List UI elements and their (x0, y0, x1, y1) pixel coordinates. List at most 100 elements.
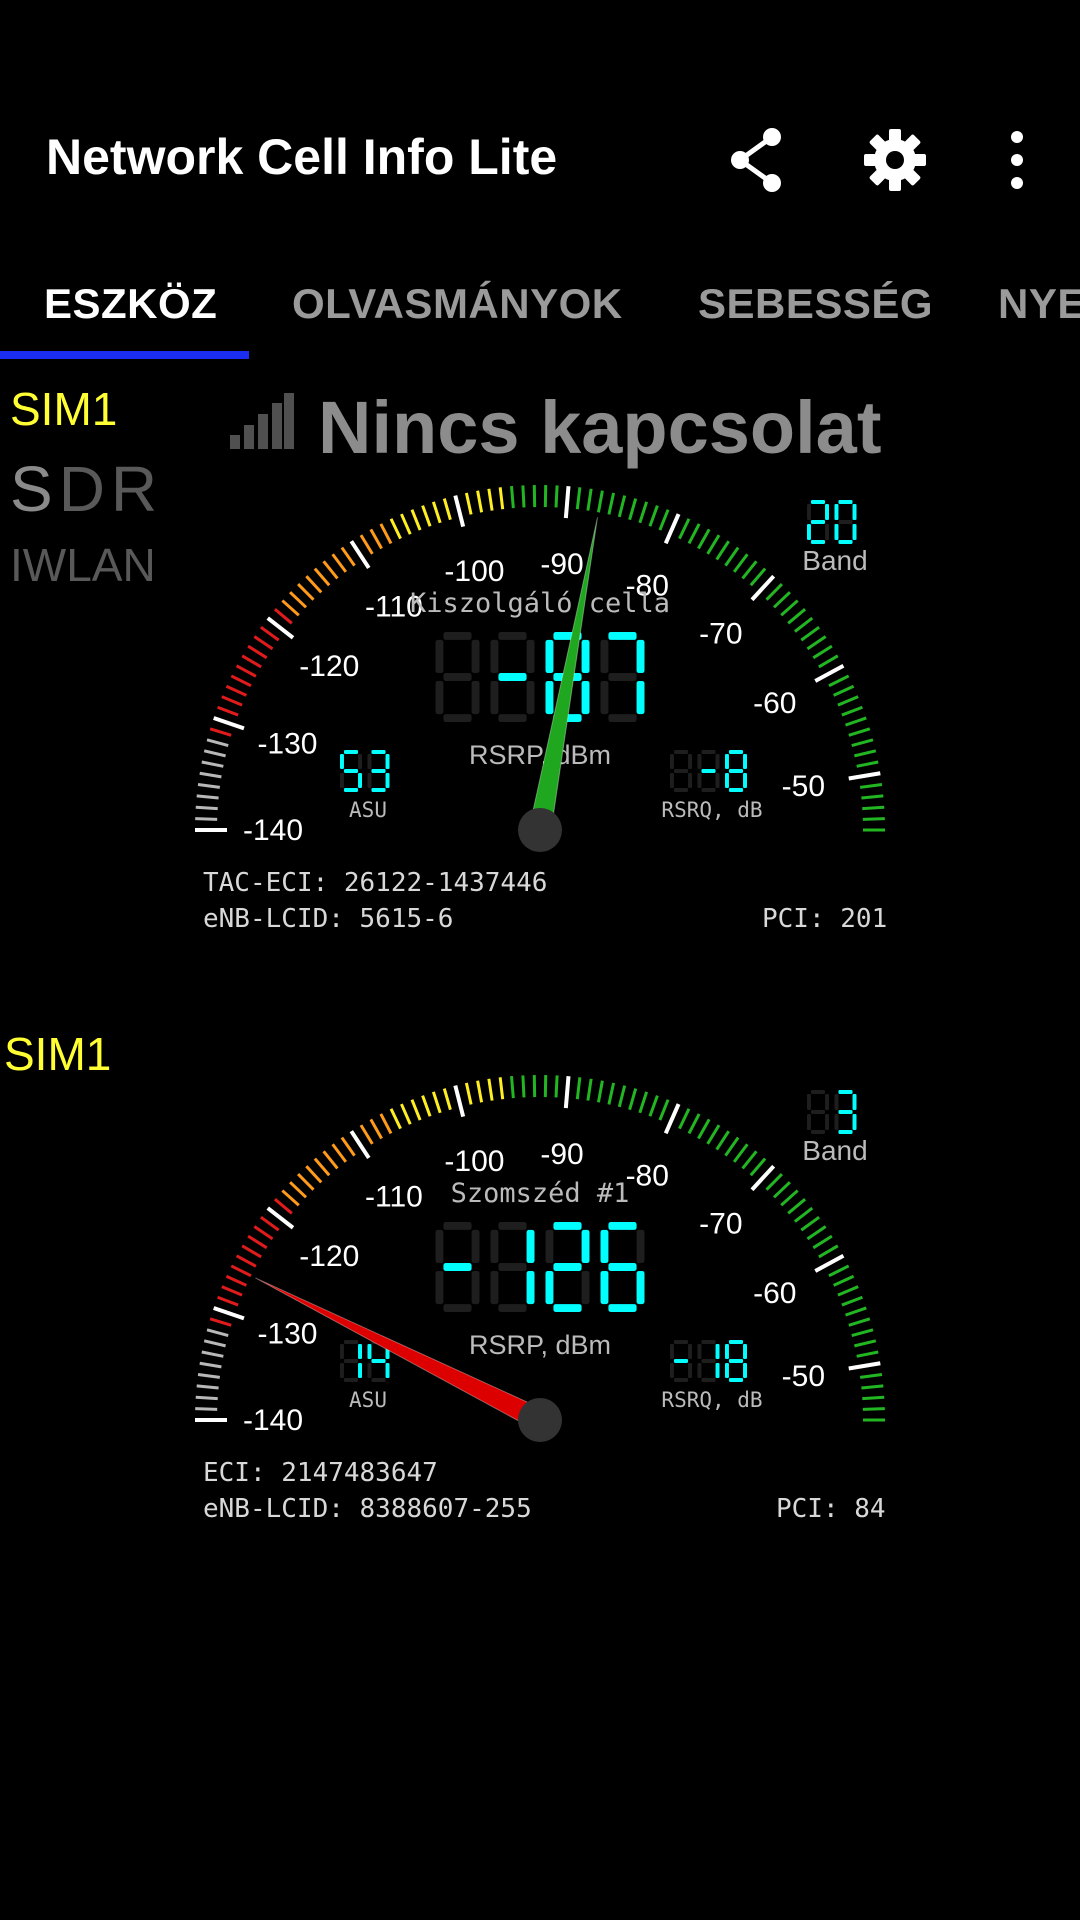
minor-tick (206, 738, 229, 747)
minor-tick (800, 1216, 820, 1232)
app-bar: Network Cell Info Lite (0, 0, 1080, 230)
minor-tick (818, 1244, 839, 1259)
minor-tick (389, 1108, 402, 1130)
gauge-title: Szomszéd #1 (451, 1178, 630, 1209)
minor-tick (322, 1150, 339, 1170)
tab-sebesseg[interactable]: SEBESSÉG (698, 280, 933, 328)
minor-tick (862, 805, 885, 811)
minor-tick (848, 1317, 871, 1327)
rsrq-label: RSRQ, dB (661, 798, 762, 822)
minor-tick (628, 1088, 638, 1111)
scale-label: -80 (626, 1159, 669, 1192)
minor-tick (498, 487, 505, 510)
minor-tick (313, 1157, 331, 1177)
minor-tick (732, 553, 749, 573)
connection-status: Nincs kapcsolat (318, 386, 882, 469)
minor-tick (741, 1150, 758, 1170)
major-tick (563, 1076, 571, 1109)
minor-tick (289, 591, 308, 609)
more-vert-icon[interactable] (1000, 125, 1034, 195)
minor-tick (854, 749, 877, 758)
minor-tick (197, 783, 221, 789)
minor-tick (389, 518, 402, 540)
minor-tick (678, 518, 691, 540)
minor-tick (648, 1095, 659, 1117)
minor-tick (812, 644, 833, 660)
minor-tick (253, 635, 274, 651)
minor-tick (765, 1172, 783, 1191)
minor-tick (476, 1080, 484, 1103)
minor-tick (715, 540, 730, 561)
gear-icon[interactable] (860, 125, 930, 195)
minor-tick (498, 1077, 505, 1100)
minor-tick (749, 567, 767, 587)
minor-tick (617, 1085, 627, 1108)
minor-tick (697, 528, 711, 550)
minor-tick (787, 1198, 807, 1215)
minor-tick (203, 1339, 226, 1348)
minor-tick (854, 1339, 877, 1348)
iwlan-indicator: IWLAN (10, 539, 156, 591)
major-tick (453, 1085, 466, 1118)
share-icon[interactable] (722, 125, 792, 195)
minor-tick (841, 1295, 863, 1307)
minor-tick (586, 488, 593, 511)
minor-tick (281, 599, 300, 617)
minor-tick (195, 1407, 218, 1411)
minor-tick (687, 1113, 701, 1135)
minor-tick (806, 1225, 827, 1241)
minor-tick (340, 1136, 356, 1157)
minor-tick (206, 1328, 229, 1337)
minor-tick (464, 492, 473, 515)
neighbor-enb-lcid: eNB-LCID: 8388607-255 (203, 1494, 532, 1524)
minor-tick (221, 695, 243, 707)
minor-tick (800, 626, 820, 642)
minor-tick (235, 1254, 257, 1268)
rsrp-label: RSRP, dBm (469, 1330, 611, 1360)
scale-label: -130 (257, 727, 317, 760)
minor-tick (410, 509, 422, 531)
minor-tick (596, 1080, 604, 1103)
scale-label: -140 (243, 814, 303, 847)
major-tick (848, 771, 881, 781)
s-indicator: S (10, 453, 59, 525)
minor-tick (431, 501, 442, 524)
major-tick (453, 495, 466, 528)
minor-tick (225, 1274, 248, 1287)
signal-bars-icon (230, 393, 294, 449)
minor-tick (331, 1143, 348, 1163)
minor-tick (217, 705, 239, 717)
minor-tick (724, 1136, 740, 1157)
minor-tick (421, 505, 432, 527)
minor-tick (828, 674, 850, 688)
minor-tick (217, 1295, 239, 1307)
minor-tick (199, 1361, 222, 1369)
minor-tick (806, 635, 827, 651)
minor-tick (313, 567, 331, 587)
needle-hub (518, 808, 562, 852)
scale-label: -100 (444, 1145, 504, 1178)
minor-tick (554, 1075, 559, 1098)
minor-tick (862, 1395, 885, 1401)
minor-tick (273, 1198, 293, 1215)
neighbor-eci: ECI: 2147483647 (203, 1458, 438, 1488)
minor-tick (861, 1384, 884, 1390)
minor-tick (199, 771, 222, 779)
minor-tick (638, 501, 649, 524)
minor-tick (772, 591, 791, 609)
scale-label: -50 (782, 770, 825, 803)
minor-tick (196, 794, 219, 800)
needle-hub (518, 1398, 562, 1442)
minor-tick (554, 485, 559, 508)
minor-tick (281, 1189, 300, 1207)
scale-label: -90 (540, 1138, 583, 1171)
tab-olvasmanyok[interactable]: OLVASMÁNYOK (292, 280, 623, 328)
major-tick (213, 716, 245, 731)
minor-tick (442, 498, 452, 521)
minor-tick (235, 664, 257, 678)
tab-eszkoz[interactable]: ESZKÖZ (44, 280, 217, 328)
minor-tick (260, 1216, 280, 1232)
tab-nye[interactable]: NYE (998, 280, 1080, 328)
minor-tick (431, 1091, 442, 1114)
minor-tick (832, 1274, 855, 1287)
